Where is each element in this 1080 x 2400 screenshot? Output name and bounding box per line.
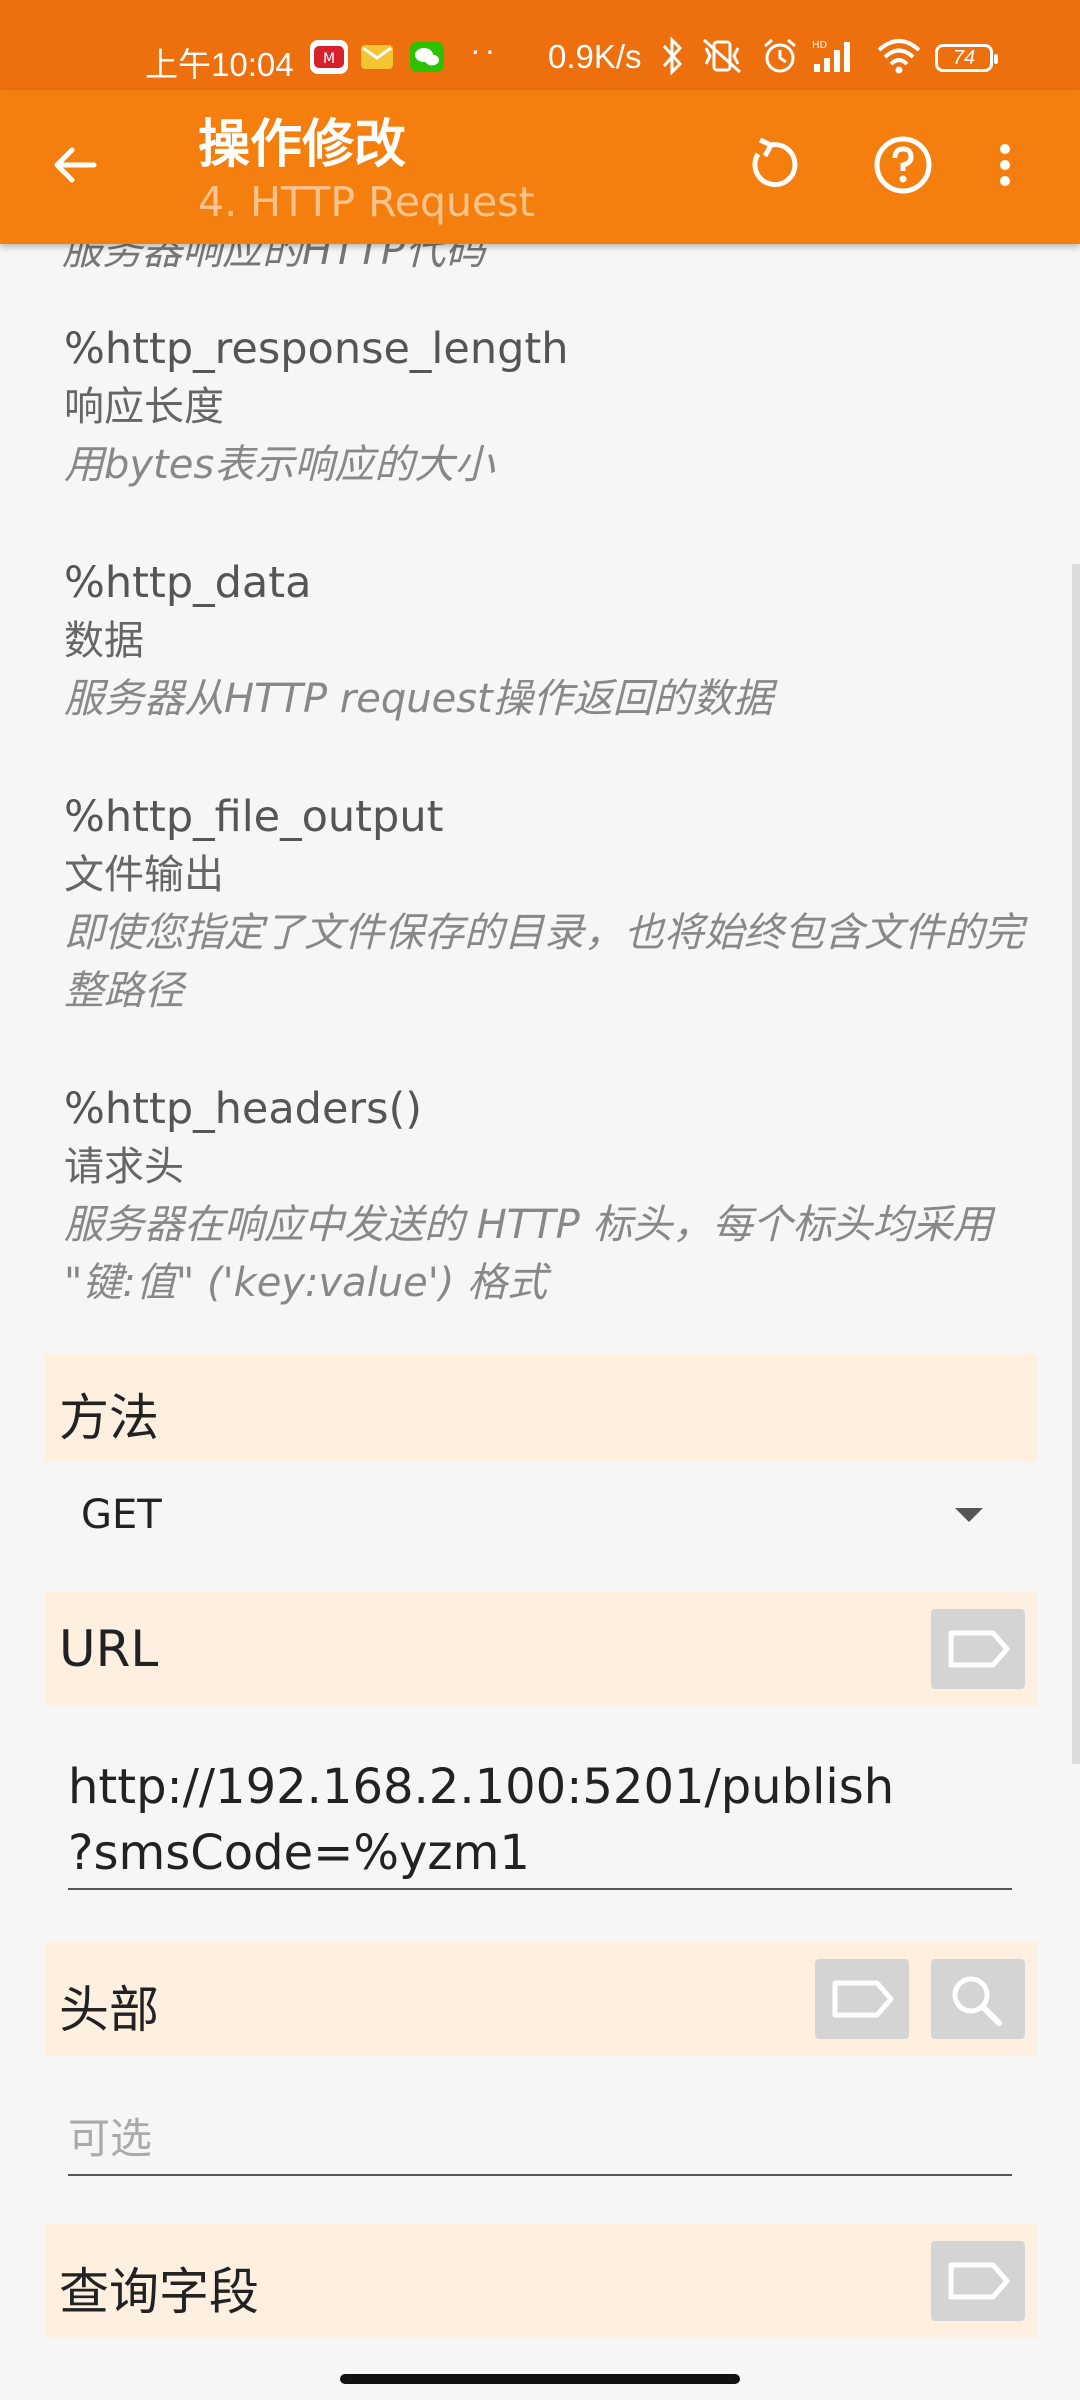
variable-description: 服务器在响应中发送的 HTTP 标头，每个标头均采用 "键:值" ('key:v… <box>64 1202 993 1306</box>
help-circle-icon <box>874 136 932 194</box>
headers-label: 头部 <box>59 1981 159 2039</box>
variable-item: %http_file_output 文件输出 即使您指定了文件保存的目录，也将始… <box>64 788 1044 1020</box>
vibrate-off-icon <box>700 36 744 84</box>
variable-name: %http_file_output <box>64 792 444 842</box>
svg-text:HD: HD <box>812 40 828 51</box>
variable-name: %http_response_length <box>64 324 569 374</box>
tag-icon <box>948 1630 1010 1668</box>
action-edit-content[interactable]: 服务器响应的HTTP代码 %http_response_length 响应长度 … <box>0 228 1080 2400</box>
headers-variable-button[interactable] <box>815 1959 909 2039</box>
alarm-icon <box>760 36 800 84</box>
more-button[interactable] <box>985 132 1025 198</box>
variable-description: 服务器从HTTP request操作返回的数据 <box>64 676 773 722</box>
url-variable-button[interactable] <box>931 1609 1025 1689</box>
variable-description: 用bytes表示响应的大小 <box>64 442 495 488</box>
page-subtitle: 4. HTTP Request <box>198 178 535 226</box>
app-bar: 操作修改 4. HTTP Request <box>0 90 1080 244</box>
query-section-header: 查询字段 <box>45 2224 1037 2338</box>
url-section-header: URL <box>45 1592 1037 1706</box>
variable-label: 文件输出 <box>64 852 224 898</box>
wifi-icon <box>875 36 923 84</box>
variable-description: 即使您指定了文件保存的目录，也将始终包含文件的完整路径 <box>64 910 1024 1014</box>
network-speed: 0.9K/s <box>548 38 642 75</box>
app-notification-icon: M <box>310 40 348 74</box>
variable-item: %http_headers() 请求头 服务器在响应中发送的 HTTP 标头，每… <box>64 1080 1044 1312</box>
search-icon <box>952 1976 1002 2026</box>
battery-level: 74 <box>952 47 976 69</box>
variable-item: %http_data 数据 服务器从HTTP request操作返回的数据 <box>64 554 1044 728</box>
status-time: 上午10:04 <box>145 46 294 83</box>
reset-button[interactable] <box>738 132 804 198</box>
help-button[interactable] <box>870 132 936 198</box>
more-vert-icon <box>1000 144 1010 186</box>
bluetooth-icon <box>660 36 684 84</box>
query-variable-button[interactable] <box>931 2241 1025 2321</box>
headers-search-button[interactable] <box>931 1959 1025 2039</box>
variable-label: 数据 <box>64 618 144 664</box>
mail-notification-icon <box>358 40 396 74</box>
headers-placeholder: 可选 <box>68 2114 153 2163</box>
refresh-icon <box>752 137 798 188</box>
variable-name: %http_headers() <box>64 1084 423 1134</box>
tag-icon <box>948 2262 1010 2300</box>
query-label: 查询字段 <box>59 2263 259 2321</box>
method-value: GET <box>81 1492 162 1538</box>
status-dots: ·· <box>470 32 500 68</box>
battery-icon: 74 <box>935 44 998 72</box>
headers-input[interactable]: 可选 <box>68 2104 1012 2176</box>
page-title: 操作修改 <box>198 115 407 175</box>
chevron-down-icon <box>955 1508 983 1522</box>
method-select[interactable]: GET <box>45 1474 1037 1554</box>
scrollbar[interactable] <box>1072 564 1080 1764</box>
back-button[interactable] <box>50 140 100 190</box>
url-label: URL <box>59 1620 159 1678</box>
url-value-line2: ?smsCode=%yzm1 <box>68 1825 530 1881</box>
variable-item: %http_response_length 响应长度 用bytes表示响应的大小 <box>64 320 1044 494</box>
home-indicator[interactable] <box>340 2374 740 2384</box>
variable-name: %http_data <box>64 558 312 608</box>
variable-label: 响应长度 <box>64 384 224 430</box>
url-input[interactable]: http://192.168.2.100:5201/publish ?smsCo… <box>68 1754 1012 1890</box>
svg-text:M: M <box>323 51 335 67</box>
variable-label: 请求头 <box>64 1144 184 1190</box>
url-value-line1: http://192.168.2.100:5201/publish <box>68 1759 895 1815</box>
headers-section-header: 头部 <box>45 1942 1037 2056</box>
wechat-notification-icon <box>408 40 446 74</box>
tag-icon <box>832 1980 894 2018</box>
arrow-left-icon <box>54 147 97 183</box>
method-label: 方法 <box>59 1389 159 1447</box>
status-bar: 上午10:04 M ·· 0.9K/s HD 74 <box>0 0 1080 90</box>
signal-icon: HD <box>810 36 854 84</box>
method-section-header: 方法 <box>45 1354 1037 1462</box>
